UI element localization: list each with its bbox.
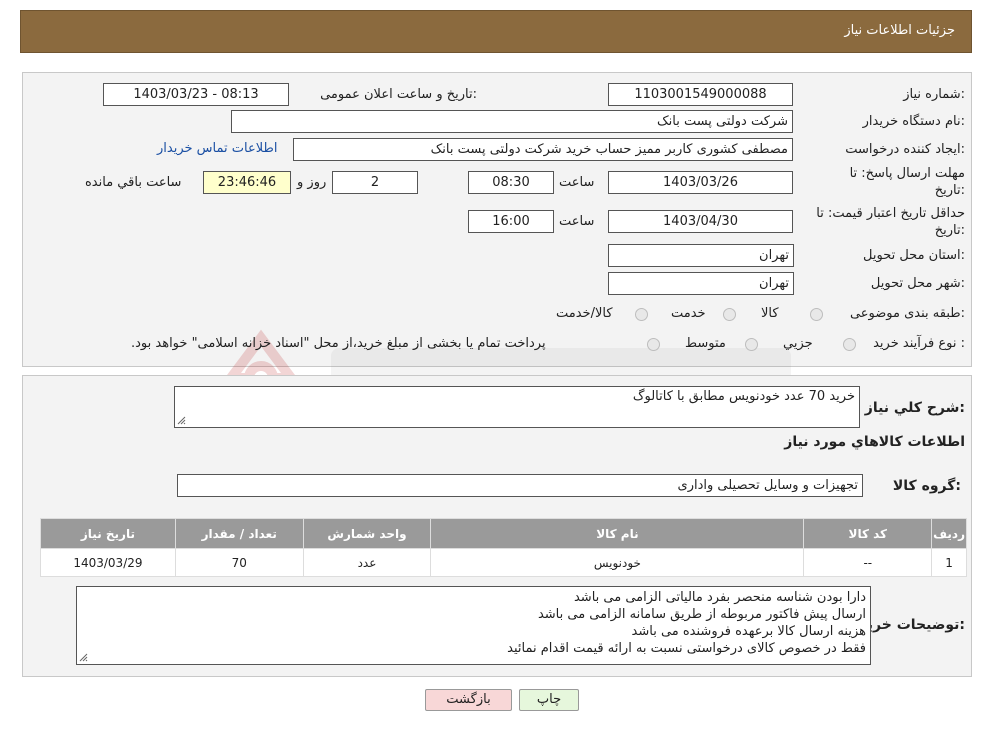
cell-unit: عدد <box>302 548 432 577</box>
creator-label: ایجاد کننده درخواست: <box>845 142 965 157</box>
validity-date-field: 1403/04/30 <box>608 210 793 233</box>
city-label: شهر محل تحویل: <box>870 276 965 291</box>
goods-group-label: گروه کالا: <box>892 478 961 494</box>
province-label: استان محل تحویل: <box>863 248 965 263</box>
city-field: تهران <box>608 272 794 295</box>
validity-label-2: تاریخ: <box>934 223 965 238</box>
process-label: نوع فرآیند خرید : <box>873 336 965 351</box>
category-option-goods: کالا <box>761 306 779 321</box>
back-button[interactable]: بازگشت <box>425 689 512 711</box>
remaining-label: ساعت باقي مانده <box>85 175 182 190</box>
goods-group-field: تجهیزات و وسایل تحصیلی واداری <box>177 474 863 497</box>
cell-goods-name: خودنویس <box>430 548 805 577</box>
goods-info-title: اطلاعات کالاهاي مورد نياز <box>784 434 965 450</box>
col-header-goods-name: نام کالا <box>430 518 805 549</box>
page-title: جزئیات اطلاعات نیاز <box>844 23 955 38</box>
col-header-row-number: رديف <box>931 518 967 549</box>
deadline-time-field: 08:30 <box>468 171 554 194</box>
process-radio-minor[interactable] <box>843 338 856 351</box>
summary-text: خرید 70 عدد خودنویس مطابق با کاتالوگ <box>632 389 855 404</box>
table-row: 1 -- خودنویس عدد 70 1403/03/29 <box>40 548 967 577</box>
buyer-org-field: شرکت دولتی پست بانک <box>231 110 793 133</box>
cell-quantity: 70 <box>174 548 304 577</box>
process-radio-medium[interactable] <box>745 338 758 351</box>
process-radio-treasury[interactable] <box>647 338 660 351</box>
deadline-label-1: مهلت ارسال پاسخ: تا <box>849 166 965 181</box>
resize-grip-icon <box>79 653 88 662</box>
deadline-date-field: 1403/03/26 <box>608 171 793 194</box>
buyer-notes-textarea[interactable]: دارا بودن شناسه منحصر بفرد مالیاتی الزام… <box>76 586 871 665</box>
summary-label: شرح کلي نياز: <box>864 400 965 416</box>
validity-label-1: حداقل تاریخ اعتبار قیمت: تا <box>816 206 965 221</box>
process-option-minor: جزيي <box>783 336 813 351</box>
process-note: پرداخت تمام یا بخشی از مبلغ خرید،از محل … <box>131 336 546 351</box>
cell-need-date: 1403/03/29 <box>40 548 176 577</box>
process-option-medium: متوسط <box>685 336 726 351</box>
deadline-label-2: تاریخ: <box>934 183 965 198</box>
category-radio-goods[interactable] <box>810 308 823 321</box>
province-field: تهران <box>608 244 794 267</box>
info-panel: شماره نیاز: 1103001549000088 تاریخ و ساع… <box>22 72 972 423</box>
buyer-note-line: ارسال پیش فاکتور مربوطه از طریق سامانه ا… <box>537 607 866 622</box>
remaining-time-field: 23:46:46 <box>203 171 291 194</box>
buyer-contact-link[interactable]: اطلاعات تماس خریدار <box>157 141 277 156</box>
creator-field: مصطفی کشوری کاربر ممیز حساب خرید شرکت دو… <box>293 138 793 161</box>
need-number-label: شماره نیاز: <box>903 87 965 102</box>
cell-goods-code: -- <box>803 548 933 577</box>
buyer-note-line: دارا بودن شناسه منحصر بفرد مالیاتی الزام… <box>573 590 866 605</box>
buyer-org-label: نام دستگاه خریدار: <box>862 114 965 129</box>
days-remaining-field: 2 <box>332 171 418 194</box>
validity-time-label: ساعت <box>559 214 595 229</box>
col-header-unit: واحد شمارش <box>302 518 432 549</box>
print-button[interactable]: چاپ <box>519 689 579 711</box>
category-option-goods-service: کالا/خدمت <box>556 306 613 321</box>
category-radio-service[interactable] <box>723 308 736 321</box>
page-header: جزئیات اطلاعات نیاز <box>20 10 972 53</box>
category-radio-goods-service[interactable] <box>635 308 648 321</box>
buyer-note-line: فقط در خصوص کالای درخواستی نسبت به ارائه… <box>507 641 866 656</box>
resize-grip-icon <box>177 416 186 425</box>
buyer-note-line: هزینه ارسال کالا برعهده فروشنده می باشد <box>631 624 866 639</box>
announce-datetime-field: 1403/03/23 - 08:13 <box>103 83 289 106</box>
goods-table-header-row: رديف کد کالا نام کالا واحد شمارش تعداد /… <box>40 518 967 549</box>
category-label: طبقه بندی موضوعی: <box>849 306 965 321</box>
category-option-service: خدمت <box>671 306 706 321</box>
announce-label: تاریخ و ساعت اعلان عمومی: <box>320 87 477 102</box>
goods-table: رديف کد کالا نام کالا واحد شمارش تعداد /… <box>40 518 967 577</box>
days-label: روز و <box>297 175 327 190</box>
validity-time-field: 16:00 <box>468 210 554 233</box>
cell-row-number: 1 <box>931 548 967 577</box>
deadline-time-label: ساعت <box>559 175 595 190</box>
need-number-field: 1103001549000088 <box>608 83 793 106</box>
summary-textarea[interactable]: خرید 70 عدد خودنویس مطابق با کاتالوگ <box>174 386 860 428</box>
col-header-need-date: تاریخ نیاز <box>40 518 176 549</box>
col-header-goods-code: کد کالا <box>803 518 933 549</box>
col-header-quantity: تعداد / مقدار <box>174 518 304 549</box>
